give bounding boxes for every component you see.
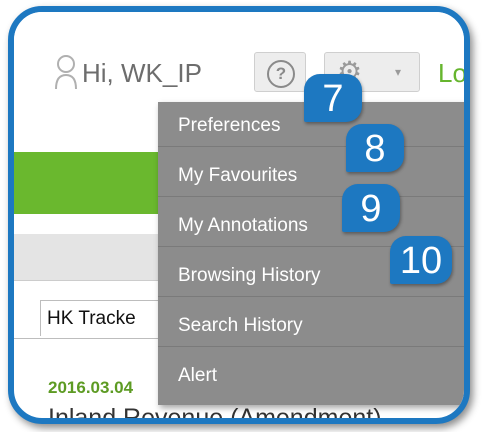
chevron-down-icon: ▾ [395,65,402,79]
user-icon [55,55,77,90]
login-link[interactable]: Lo [438,58,464,89]
menu-item-search-history[interactable]: Search History [158,302,464,347]
step-badge-7: 7 [304,74,362,122]
help-button[interactable]: ? [254,52,306,92]
news-title-link[interactable]: Inland Revenue (Amendment) [48,404,382,418]
step-badge-9: 9 [342,184,400,232]
help-icon: ? [267,60,295,88]
menu-item-my-favourites[interactable]: My Favourites [158,152,464,197]
news-date: 2016.03.04 [48,378,134,397]
step-badge-10: 10 [390,236,452,284]
step-badge-8: 8 [346,124,404,172]
callout-frame: Hi, WK_IP ? ⚙ ▾ Lo HK Tracke ore 2016.03… [8,6,470,424]
user-greeting: Hi, WK_IP [82,58,202,88]
menu-item-alert[interactable]: Alert [158,352,464,397]
